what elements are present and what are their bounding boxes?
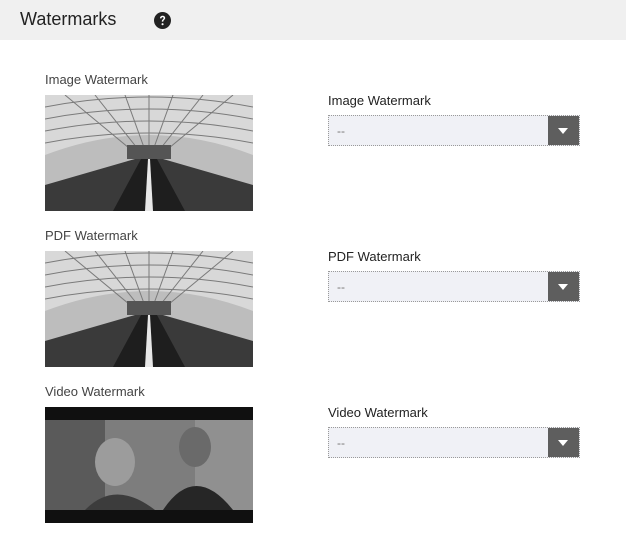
pdf-watermark-selected-value: -- [337, 280, 345, 294]
page-title: Watermarks [20, 9, 117, 29]
video-watermark-select[interactable]: -- [328, 427, 580, 458]
image-watermark-thumbnail [45, 95, 253, 211]
pdf-watermark-label: PDF Watermark [328, 249, 421, 264]
pdf-watermark-thumbnail [45, 251, 253, 367]
video-watermark-thumbnail [45, 407, 253, 523]
video-watermark-preview-label: Video Watermark [45, 384, 145, 399]
help-icon[interactable] [154, 12, 171, 29]
video-watermark-selected-value: -- [337, 436, 345, 450]
image-watermark-label: Image Watermark [328, 93, 431, 108]
chevron-down-icon [558, 128, 568, 134]
image-watermark-dropdown-button[interactable] [548, 116, 579, 145]
image-watermark-select[interactable]: -- [328, 115, 580, 146]
page-header: Watermarks [0, 0, 626, 40]
chevron-down-icon [558, 440, 568, 446]
image-watermark-preview-label: Image Watermark [45, 72, 148, 87]
video-watermark-label: Video Watermark [328, 405, 428, 420]
pdf-watermark-dropdown-button[interactable] [548, 272, 579, 301]
chevron-down-icon [558, 284, 568, 290]
pdf-watermark-preview-label: PDF Watermark [45, 228, 138, 243]
pdf-watermark-select[interactable]: -- [328, 271, 580, 302]
image-watermark-selected-value: -- [337, 124, 345, 138]
video-watermark-dropdown-button[interactable] [548, 428, 579, 457]
